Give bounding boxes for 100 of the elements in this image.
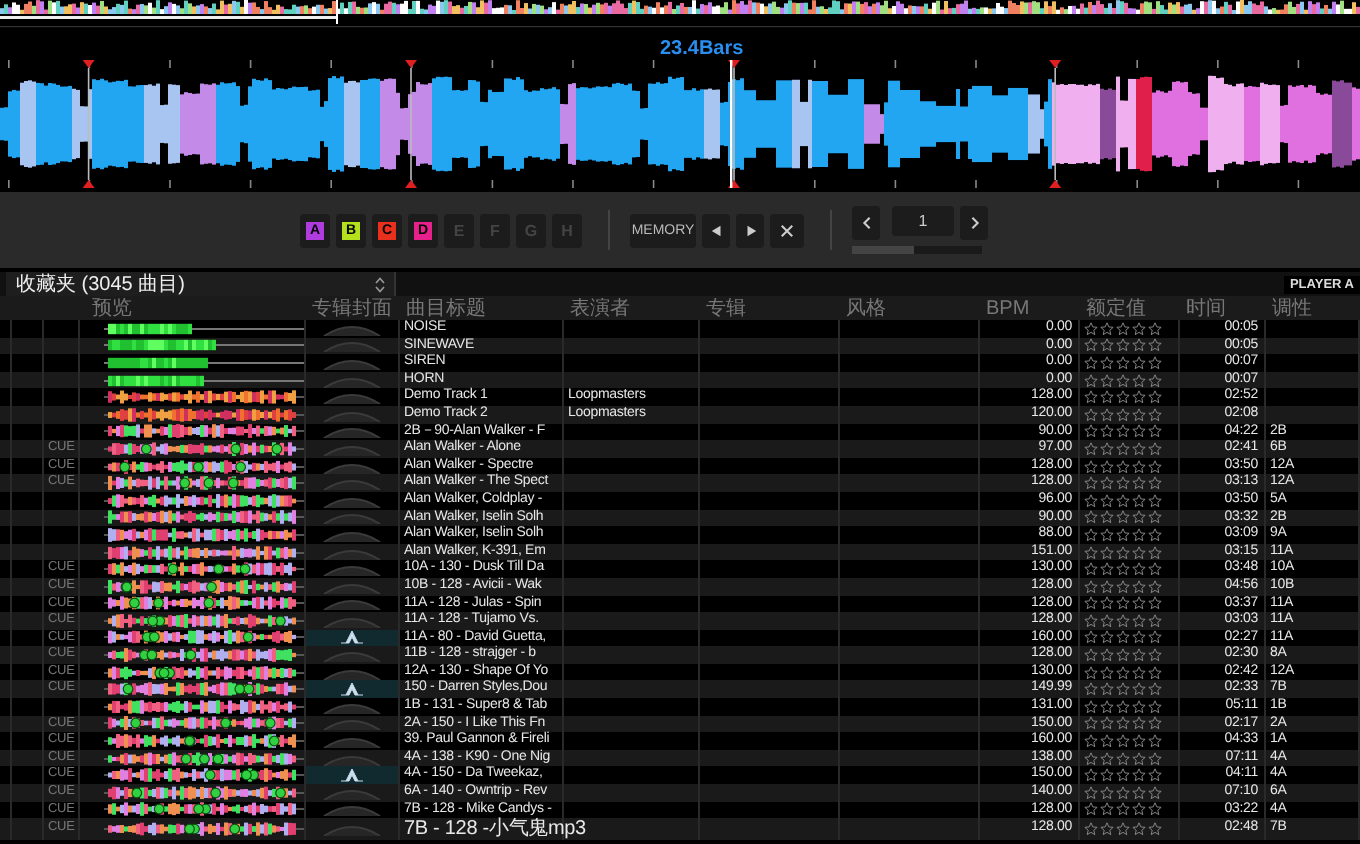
column-header[interactable]: BPM	[980, 297, 1080, 319]
star-icon[interactable]	[1084, 822, 1098, 837]
star-icon[interactable]	[1084, 493, 1098, 508]
star-icon[interactable]	[1116, 751, 1130, 766]
star-icon[interactable]	[1084, 476, 1098, 491]
star-icon[interactable]	[1132, 699, 1146, 714]
star-icon[interactable]	[1116, 476, 1130, 491]
star-icon[interactable]	[1116, 459, 1130, 474]
star-icon[interactable]	[1132, 630, 1146, 645]
star-icon[interactable]	[1116, 527, 1130, 542]
star-icon[interactable]	[1132, 596, 1146, 611]
star-icon[interactable]	[1132, 716, 1146, 731]
star-icon[interactable]	[1100, 545, 1114, 560]
star-icon[interactable]	[1132, 407, 1146, 422]
star-icon[interactable]	[1100, 665, 1114, 680]
star-icon[interactable]	[1132, 510, 1146, 525]
star-icon[interactable]	[1132, 441, 1146, 456]
star-icon[interactable]	[1132, 527, 1146, 542]
star-icon[interactable]	[1148, 768, 1162, 783]
star-icon[interactable]	[1100, 493, 1114, 508]
star-icon[interactable]	[1084, 699, 1098, 714]
star-icon[interactable]	[1084, 562, 1098, 577]
star-icon[interactable]	[1084, 355, 1098, 370]
star-icon[interactable]	[1132, 390, 1146, 405]
star-icon[interactable]	[1116, 493, 1130, 508]
column-header[interactable]: 预览	[80, 297, 306, 319]
star-icon[interactable]	[1100, 699, 1114, 714]
star-icon[interactable]	[1100, 596, 1114, 611]
star-icon[interactable]	[1132, 373, 1146, 388]
star-icon[interactable]	[1148, 390, 1162, 405]
column-header[interactable]: 专辑	[700, 297, 840, 319]
star-icon[interactable]	[1132, 822, 1146, 837]
star-icon[interactable]	[1084, 630, 1098, 645]
star-icon[interactable]	[1084, 613, 1098, 628]
star-icon[interactable]	[1132, 802, 1146, 817]
column-header[interactable]: 风格	[840, 297, 980, 319]
collection-header[interactable]: 收藏夹 (3045 曲目)	[6, 272, 396, 296]
star-icon[interactable]	[1148, 355, 1162, 370]
star-icon[interactable]	[1116, 699, 1130, 714]
star-icon[interactable]	[1084, 545, 1098, 560]
star-icon[interactable]	[1148, 373, 1162, 388]
star-icon[interactable]	[1100, 802, 1114, 817]
star-icon[interactable]	[1132, 579, 1146, 594]
column-header[interactable]: 专辑封面	[306, 297, 400, 319]
star-icon[interactable]	[1100, 390, 1114, 405]
star-icon[interactable]	[1100, 630, 1114, 645]
star-icon[interactable]	[1084, 785, 1098, 800]
star-icon[interactable]	[1148, 545, 1162, 560]
star-icon[interactable]	[1100, 768, 1114, 783]
star-icon[interactable]	[1148, 682, 1162, 697]
close-icon[interactable]	[780, 223, 794, 237]
star-icon[interactable]	[1100, 321, 1114, 336]
star-icon[interactable]	[1084, 716, 1098, 731]
star-icon[interactable]	[1148, 338, 1162, 353]
star-icon[interactable]	[1148, 785, 1162, 800]
star-icon[interactable]	[1100, 459, 1114, 474]
star-icon[interactable]	[1148, 459, 1162, 474]
star-icon[interactable]	[1148, 613, 1162, 628]
star-icon[interactable]	[1148, 493, 1162, 508]
star-icon[interactable]	[1132, 355, 1146, 370]
star-icon[interactable]	[1132, 665, 1146, 680]
star-icon[interactable]	[1084, 407, 1098, 422]
star-icon[interactable]	[1116, 734, 1130, 749]
star-icon[interactable]	[1084, 373, 1098, 388]
star-icon[interactable]	[1100, 785, 1114, 800]
star-icon[interactable]	[1116, 390, 1130, 405]
star-icon[interactable]	[1084, 390, 1098, 405]
star-icon[interactable]	[1132, 321, 1146, 336]
page-field[interactable]: 1	[892, 206, 954, 236]
waveform-drawing[interactable]	[0, 60, 1360, 188]
star-icon[interactable]	[1116, 785, 1130, 800]
star-icon[interactable]	[1148, 321, 1162, 336]
star-icon[interactable]	[1116, 768, 1130, 783]
column-header[interactable]: 调性	[1266, 297, 1360, 319]
star-icon[interactable]	[1116, 545, 1130, 560]
star-icon[interactable]	[1132, 785, 1146, 800]
star-icon[interactable]	[1100, 562, 1114, 577]
star-icon[interactable]	[1132, 562, 1146, 577]
star-icon[interactable]	[1084, 510, 1098, 525]
star-icon[interactable]	[1084, 596, 1098, 611]
star-icon[interactable]	[1084, 734, 1098, 749]
previous-icon[interactable]	[709, 223, 723, 237]
star-icon[interactable]	[1116, 716, 1130, 731]
star-icon[interactable]	[1084, 802, 1098, 817]
star-icon[interactable]	[1116, 424, 1130, 439]
star-icon[interactable]	[1084, 424, 1098, 439]
star-icon[interactable]	[1116, 613, 1130, 628]
star-icon[interactable]	[1084, 751, 1098, 766]
star-icon[interactable]	[1148, 751, 1162, 766]
star-icon[interactable]	[1148, 630, 1162, 645]
star-icon[interactable]	[1148, 716, 1162, 731]
star-icon[interactable]	[1132, 613, 1146, 628]
star-icon[interactable]	[1084, 527, 1098, 542]
star-icon[interactable]	[1132, 682, 1146, 697]
star-icon[interactable]	[1116, 407, 1130, 422]
star-icon[interactable]	[1116, 630, 1130, 645]
star-icon[interactable]	[1084, 648, 1098, 663]
star-icon[interactable]	[1132, 545, 1146, 560]
star-icon[interactable]	[1132, 648, 1146, 663]
star-icon[interactable]	[1148, 648, 1162, 663]
